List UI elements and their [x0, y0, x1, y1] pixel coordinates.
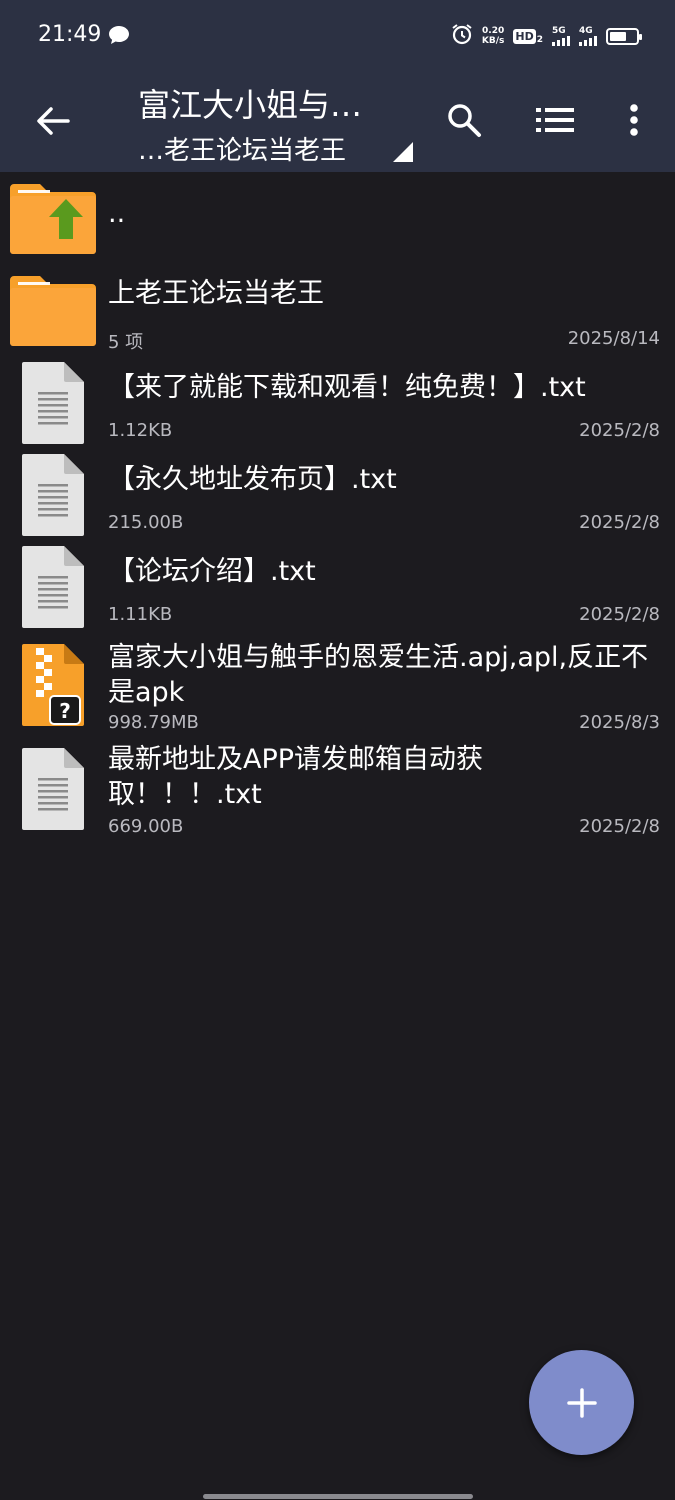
app-bar: 富江大小姐与… …老王论坛当老王: [0, 70, 675, 172]
signal-4g-icon: 4G: [579, 26, 597, 46]
file-date: 2025/2/8: [579, 420, 660, 441]
battery-icon: [606, 27, 642, 45]
more-vert-icon: [630, 104, 638, 136]
chat-notification-icon: [108, 25, 130, 49]
add-button[interactable]: [529, 1350, 634, 1455]
file-meta: 1.11KB: [108, 604, 173, 625]
list-item-unknown-file[interactable]: ? 富家大小姐与触手的恩爱生活.apj,apl,反正不是apk 998.79MB…: [0, 638, 675, 738]
file-name: 最新地址及APP请发邮箱自动获取！！！.txt: [108, 744, 484, 810]
file-name: 【永久地址发布页】.txt: [108, 464, 397, 495]
list-view-icon: [536, 108, 574, 132]
file-meta: 998.79MB: [108, 712, 199, 733]
status-bar: 21:49 0.20 KB/s HD 2 5G 4G: [0, 0, 675, 70]
view-mode-button[interactable]: [530, 96, 580, 144]
unknown-archive-file-icon: ?: [22, 644, 84, 726]
dropdown-triangle-icon[interactable]: [393, 142, 413, 162]
list-item-text[interactable]: 【论坛介绍】.txt 1.11KB 2025/2/8: [0, 546, 675, 632]
file-date: 2025/2/8: [579, 512, 660, 533]
search-icon: [448, 104, 481, 137]
file-date: 2025/8/3: [579, 712, 660, 733]
text-file-icon: [22, 546, 84, 628]
list-item-text[interactable]: 【来了就能下载和观看！纯免费！】.txt 1.12KB 2025/2/8: [0, 362, 675, 448]
search-button[interactable]: [440, 96, 488, 144]
list-item-folder[interactable]: 上老王论坛当老王 5 项 2025/8/14: [0, 274, 675, 358]
folder-path-subtitle[interactable]: …老王论坛当老王: [138, 130, 346, 167]
file-date: 2025/2/8: [579, 816, 660, 837]
list-item-text[interactable]: 【永久地址发布页】.txt 215.00B 2025/2/8: [0, 454, 675, 540]
file-meta: 1.12KB: [108, 420, 173, 441]
hd-voice-icon: HD 2: [513, 28, 543, 45]
gesture-navigation-bar[interactable]: [203, 1494, 473, 1499]
file-name: ..: [108, 198, 126, 229]
signal-5g-icon: 5G: [552, 26, 570, 46]
file-date: 2025/2/8: [579, 604, 660, 625]
status-time: 21:49: [38, 22, 102, 47]
file-name: 【论坛介绍】.txt: [108, 556, 316, 587]
text-file-icon: [22, 748, 84, 830]
file-meta: 215.00B: [108, 512, 184, 533]
file-meta: 669.00B: [108, 816, 184, 837]
more-options-button[interactable]: [612, 96, 656, 144]
folder-title: 富江大小姐与…: [138, 86, 363, 124]
plus-icon: [566, 1387, 597, 1418]
folder-icon: [10, 276, 96, 346]
alarm-icon: [451, 23, 473, 49]
file-meta: 5 项: [108, 332, 144, 353]
file-name: 富家大小姐与触手的恩爱生活.apj,apl,反正不是apk: [108, 642, 649, 708]
text-file-icon: [22, 454, 84, 536]
text-file-icon: [22, 362, 84, 444]
parent-folder-icon: [10, 184, 96, 254]
svg-text:?: ?: [59, 699, 71, 723]
file-date: 2025/8/14: [567, 328, 660, 349]
back-button[interactable]: [30, 98, 76, 144]
network-speed: 0.20 KB/s: [481, 26, 505, 46]
file-name: 【来了就能下载和观看！纯免费！】.txt: [108, 372, 586, 403]
list-item-parent[interactable]: ..: [0, 182, 675, 266]
file-name: 上老王论坛当老王: [108, 278, 324, 309]
list-item-text[interactable]: 最新地址及APP请发邮箱自动获取！！！.txt 669.00B 2025/2/8: [0, 744, 675, 844]
arrow-back-icon: [37, 107, 70, 135]
status-icons: 0.20 KB/s HD 2 5G 4G: [451, 22, 642, 50]
